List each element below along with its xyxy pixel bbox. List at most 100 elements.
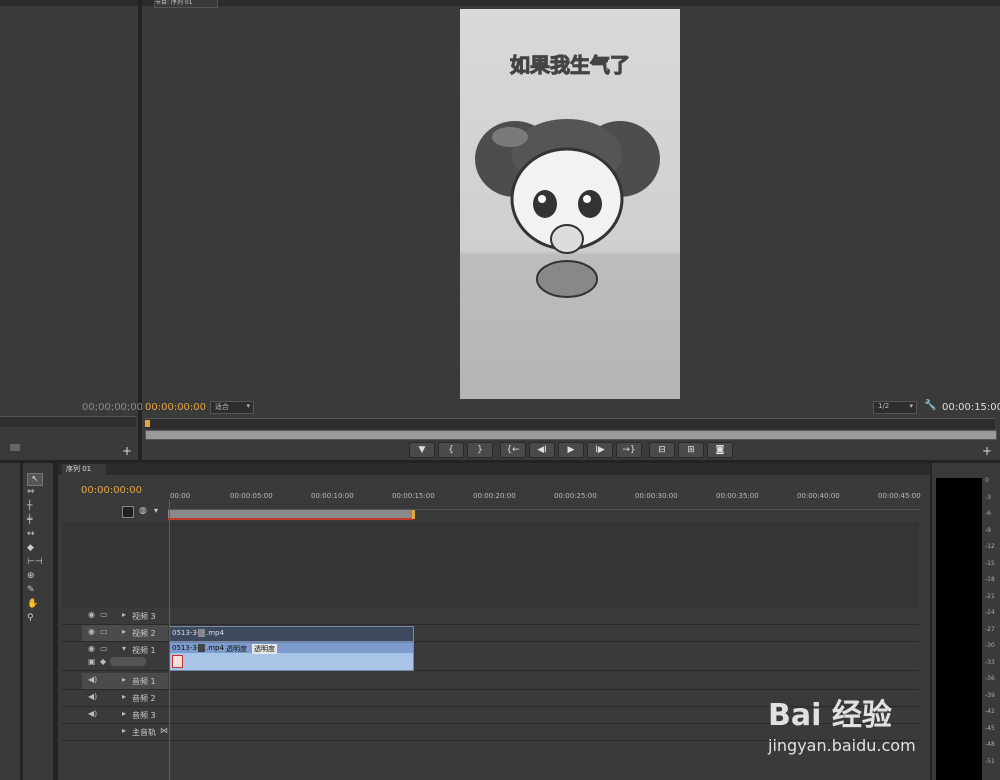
meter-scale-label: -42 — [985, 708, 995, 715]
rate-stretch-tool-icon[interactable]: ↔ — [27, 529, 35, 539]
clip-video-2[interactable]: 0513-3- .mp4 — [169, 626, 414, 642]
keyframe-display-icon[interactable]: ▣ — [88, 657, 96, 666]
chevron-down-icon: ▾ — [909, 402, 913, 410]
source-scrub-bar[interactable] — [0, 416, 136, 427]
chevron-down-icon: ▾ — [246, 402, 250, 410]
lift-button[interactable]: ⊟ — [649, 442, 675, 458]
wrench-icon[interactable]: 🔧 — [924, 400, 936, 411]
speaker-icon[interactable]: ◀) — [88, 709, 97, 718]
extract-button[interactable]: ⊞ — [678, 442, 704, 458]
speaker-icon[interactable]: ◀) — [88, 675, 97, 684]
program-duration-timecode: 00:00:15:00 — [942, 402, 1000, 413]
ruler-tick: 00:00:15:00 — [392, 492, 435, 500]
tools-panel: ↖ ⇔ ┼ ╪ ↔ ◆ ⊢⊣ ⊕ ✎ ✋ ⚲ — [23, 463, 53, 780]
go-to-in-button[interactable]: {← — [500, 442, 526, 458]
program-monitor: 节目: 序列 01 如果我生气了 00:00:00:00 适合 ▾ 1/2 ▾ … — [142, 0, 1000, 460]
timeline-tab[interactable]: 序列 01 — [62, 464, 106, 475]
slip-tool-icon[interactable]: ⊢⊣ — [27, 557, 43, 567]
playhead-marker[interactable] — [145, 420, 150, 427]
video-caption: 如果我生气了 — [510, 53, 631, 78]
program-current-timecode[interactable]: 00:00:00:00 — [145, 402, 206, 413]
expand-arrow-icon[interactable]: ▸ — [122, 610, 126, 619]
expand-arrow-icon[interactable]: ▸ — [122, 627, 126, 636]
program-add-button[interactable]: + — [982, 444, 992, 458]
work-area-bar[interactable] — [168, 510, 413, 520]
watermark-logo-text: Bai 经验 — [768, 698, 892, 733]
play-button[interactable]: ▶ — [558, 442, 584, 458]
eye-icon[interactable]: ◉ — [88, 627, 95, 636]
pen-tool-icon[interactable]: ✎ — [27, 585, 35, 595]
meter-scale-label: -33 — [985, 658, 995, 666]
source-camera-icon[interactable] — [10, 444, 20, 451]
ruler-tick: 00:00:35:00 — [716, 492, 759, 500]
zoom-select[interactable]: 适合 ▾ — [210, 401, 254, 414]
mark-in-button[interactable]: { — [438, 442, 464, 458]
work-area-end-handle[interactable] — [412, 510, 415, 519]
program-tab[interactable]: 节目: 序列 01 — [154, 0, 218, 8]
resolution-select-value: 1/2 — [878, 402, 890, 410]
resolution-select[interactable]: 1/2 ▾ — [873, 401, 917, 414]
hand-tool-icon[interactable]: ✋ — [27, 599, 38, 609]
snap-icon[interactable] — [122, 506, 134, 518]
track-name: 视频 2 — [132, 629, 156, 638]
zoom-tool-icon[interactable]: ⚲ — [27, 613, 34, 623]
meter-scale-label: -24 — [985, 609, 995, 616]
expand-arrow-icon[interactable]: ▸ — [122, 692, 126, 701]
project-panel-edge — [0, 463, 20, 780]
fx-badge-icon — [198, 629, 205, 637]
program-zoom-bar[interactable] — [145, 430, 997, 440]
track-video-3: ◉ ▭ ▸ 视频 3 — [62, 608, 919, 625]
selection-tool-icon[interactable]: ↖ — [27, 473, 43, 486]
set-encore-marker-icon[interactable]: ◍ — [139, 506, 147, 516]
add-marker-button[interactable]: ▼ — [409, 442, 435, 458]
meter-scale-label: -18 — [985, 576, 995, 583]
expand-arrow-icon[interactable]: ▸ — [122, 675, 126, 684]
razor-tool-icon[interactable]: ◆ — [27, 543, 34, 553]
timeline-tab-bar — [58, 463, 930, 475]
filmstrip-icon[interactable]: ▭ — [100, 610, 108, 619]
opacity-dropdown[interactable]: 透明度 — [252, 644, 277, 654]
timeline-ruler[interactable] — [168, 500, 920, 510]
source-add-button[interactable]: + — [122, 444, 132, 458]
meter-scale-label: -21 — [985, 592, 995, 600]
meter-bar — [936, 478, 982, 780]
clip-name: 0513-3- — [172, 629, 200, 637]
mark-out-button[interactable]: } — [467, 442, 493, 458]
expand-arrow-icon[interactable]: ▸ — [122, 709, 126, 718]
meter-scale-label: -3 — [985, 493, 991, 501]
eye-icon[interactable]: ◉ — [88, 644, 95, 653]
filmstrip-icon[interactable]: ▭ — [100, 627, 108, 636]
expand-arrow-icon[interactable]: ▸ — [122, 726, 126, 735]
program-scrub-ruler[interactable] — [145, 418, 995, 429]
video-frame: 如果我生气了 — [460, 9, 680, 399]
ruler-tick: 00:00:10:00 — [311, 492, 354, 500]
collapse-arrow-icon[interactable]: ▾ — [122, 644, 126, 653]
program-tab-bar — [142, 0, 1000, 6]
ruler-tick: 00:00:05:00 — [230, 492, 273, 500]
meter-scale-label: -51 — [985, 757, 995, 765]
meter-scale-label: -36 — [985, 675, 995, 682]
eye-icon[interactable]: ◉ — [88, 610, 95, 619]
clip-extension: .mp4 — [206, 629, 224, 637]
timeline-timecode[interactable]: 00:00:00:00 — [81, 485, 142, 496]
go-to-out-button[interactable]: →} — [616, 442, 642, 458]
meter-scale-label: -30 — [985, 642, 995, 649]
track-name: 主音轨 — [132, 728, 156, 737]
keyframe-slider[interactable] — [110, 657, 146, 666]
keyframe-nav-icon[interactable]: ◆ — [100, 657, 106, 666]
clip-video-1[interactable]: 0513-3- .mp4 透明度 透明度 — [169, 642, 414, 671]
ripple-edit-tool-icon[interactable]: ┼ — [27, 501, 32, 511]
rolling-edit-tool-icon[interactable]: ╪ — [27, 515, 32, 525]
timeline-playhead-line[interactable] — [169, 500, 170, 780]
speaker-icon[interactable]: ◀) — [88, 692, 97, 701]
clip-name: 0513-3- — [172, 644, 200, 652]
slide-tool-icon[interactable]: ⊕ — [27, 571, 35, 581]
filmstrip-icon[interactable]: ▭ — [100, 644, 108, 653]
bowtie-icon[interactable]: ⋈ — [160, 726, 168, 735]
track-select-tool-icon[interactable]: ⇔ — [27, 487, 35, 497]
export-frame-button[interactable]: ◙ — [707, 442, 733, 458]
step-forward-button[interactable]: I▶ — [587, 442, 613, 458]
add-marker-icon[interactable]: ▾ — [154, 506, 158, 515]
step-back-button[interactable]: ◀I — [529, 442, 555, 458]
meter-scale-label: -12 — [985, 543, 995, 550]
